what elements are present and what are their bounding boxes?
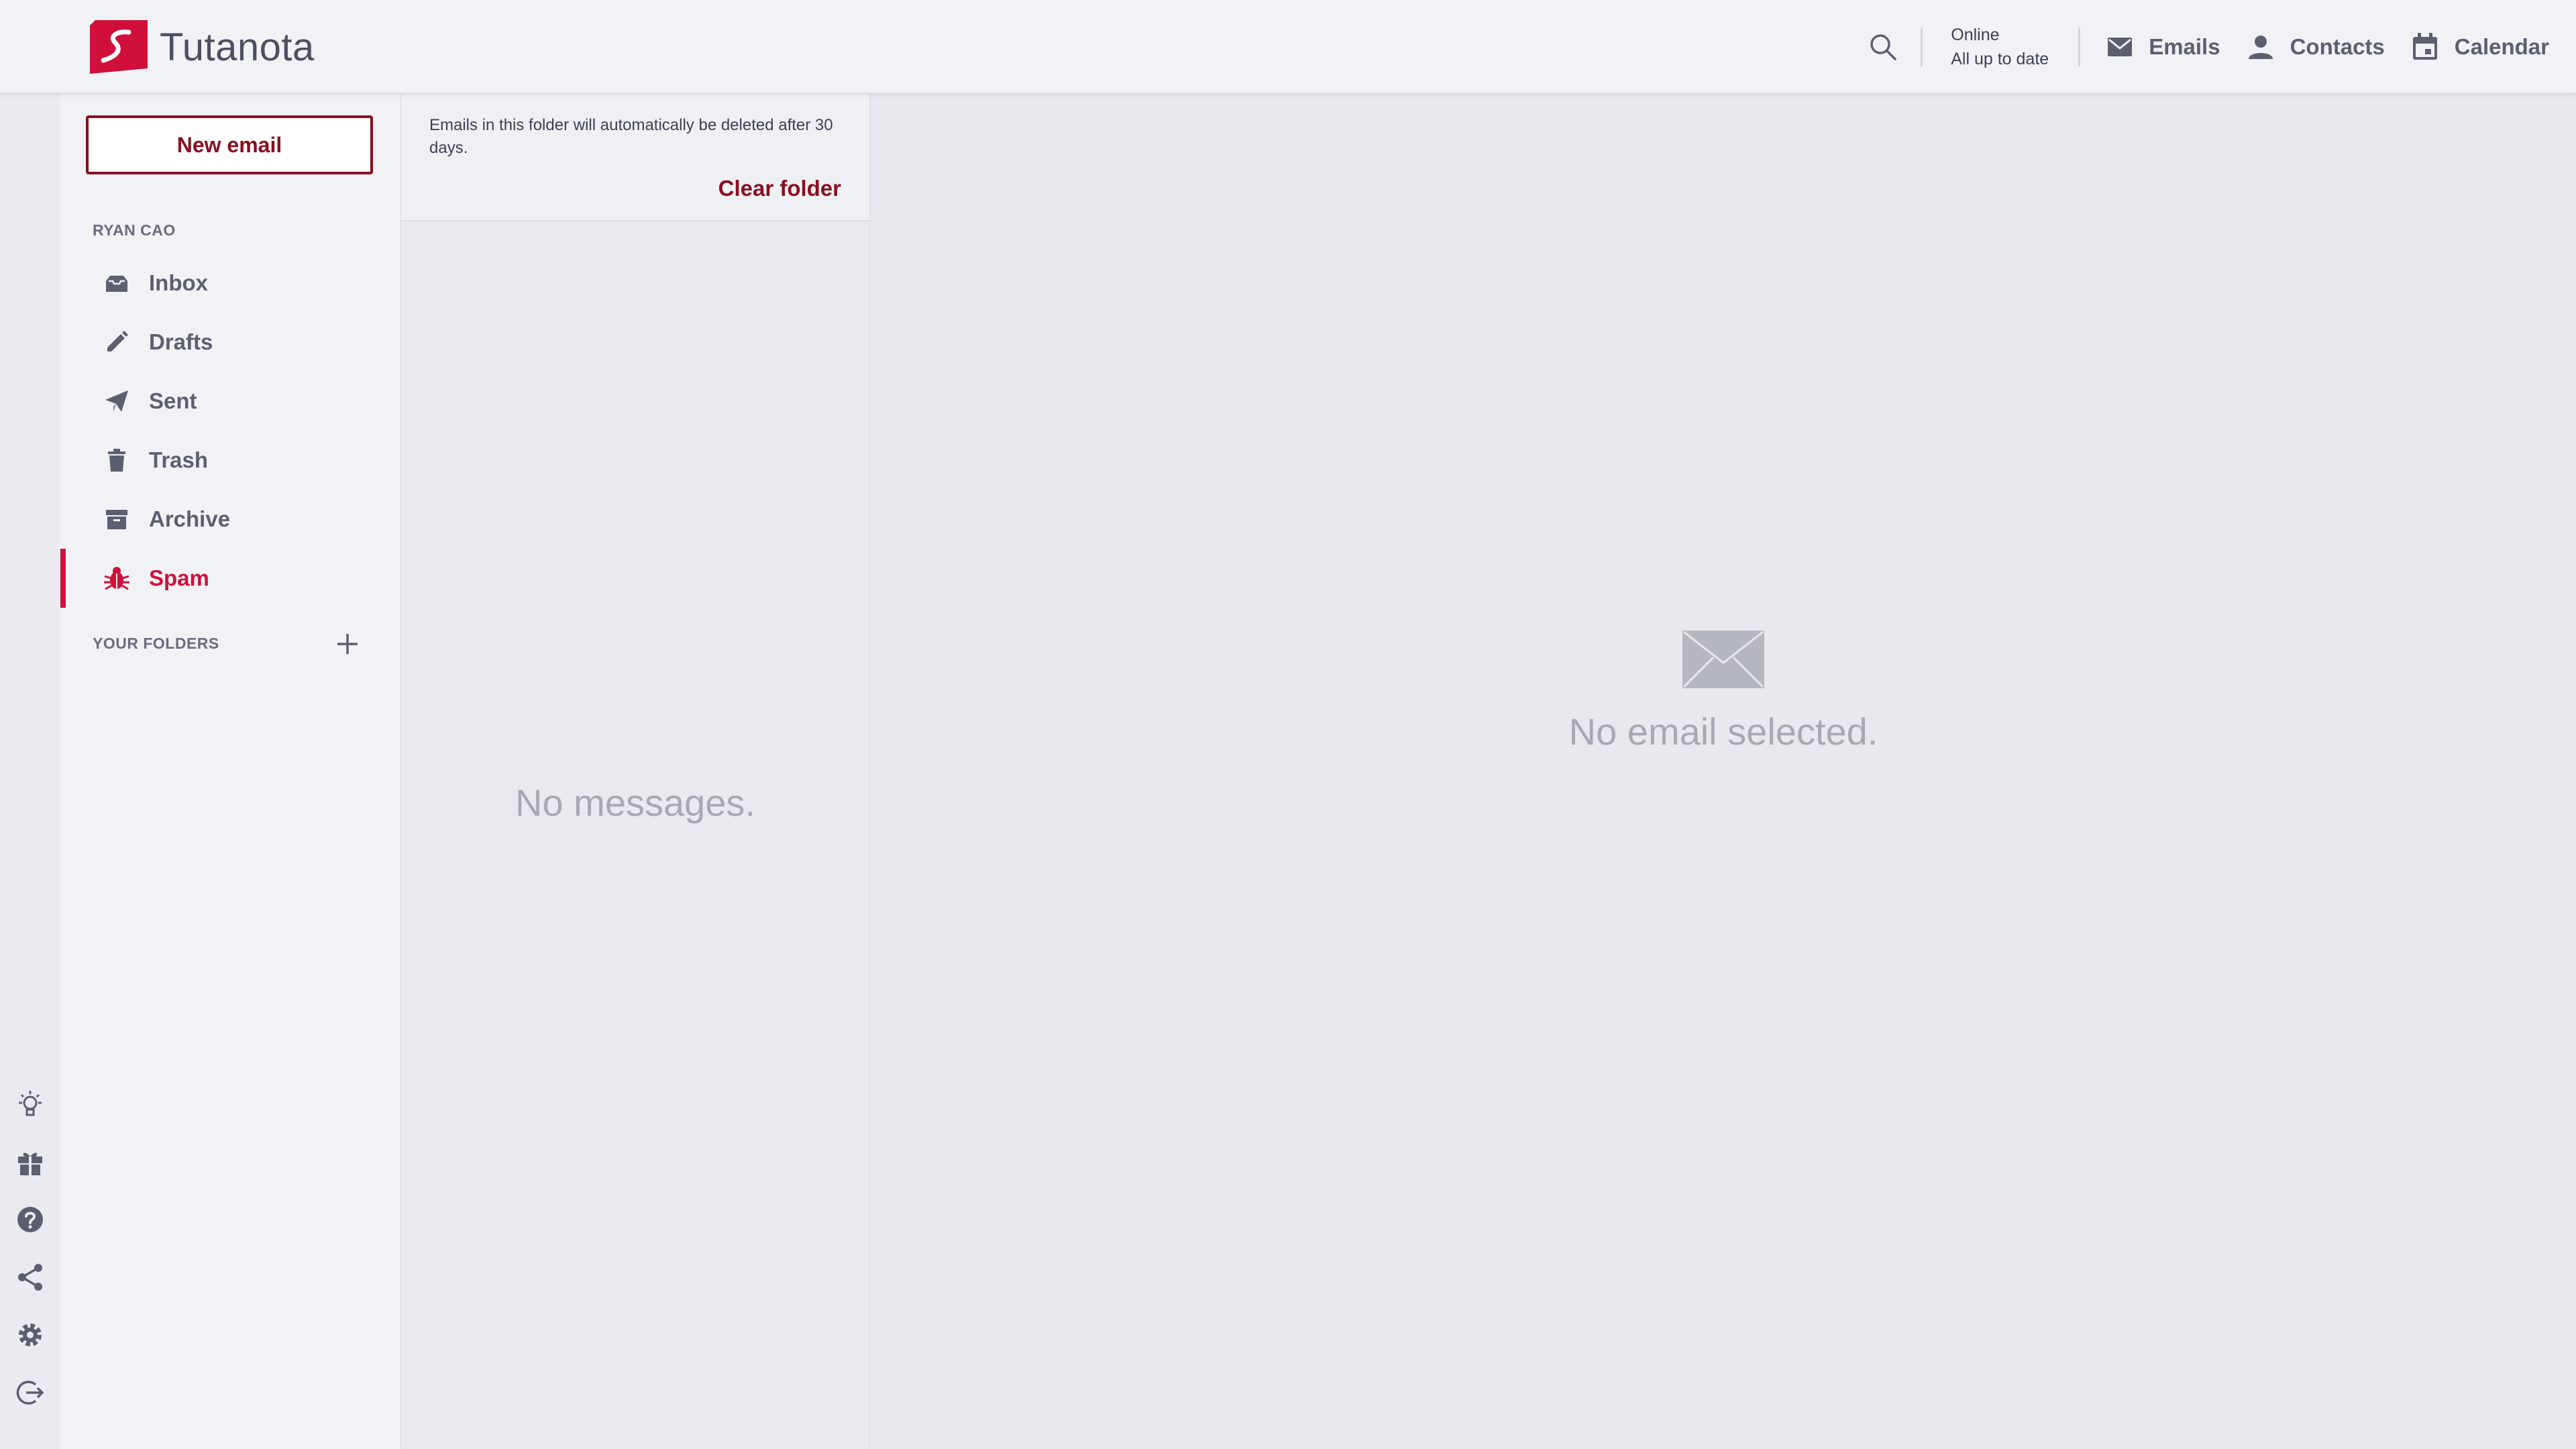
folder-sidebar: New email RYAN CAO Inbox Drafts Sent Tra… bbox=[60, 94, 401, 1449]
calendar-icon bbox=[2412, 33, 2437, 60]
message-list: Emails in this folder will automatically… bbox=[401, 94, 871, 1449]
folder-drafts[interactable]: Drafts bbox=[60, 313, 400, 372]
nav-calendar-button[interactable]: Calendar bbox=[2412, 20, 2549, 74]
whats-new-button[interactable] bbox=[10, 1084, 50, 1124]
new-email-button[interactable]: New email bbox=[86, 115, 373, 174]
lightbulb-icon bbox=[19, 1091, 42, 1116]
top-header: Tutanota Online All up to date Emails Co… bbox=[0, 0, 2576, 94]
status-detail: All up to date bbox=[1951, 50, 2049, 68]
settings-icon bbox=[19, 1324, 42, 1346]
search-icon bbox=[1870, 34, 1896, 60]
folder-label: Spam bbox=[149, 566, 209, 590]
folder-archive[interactable]: Archive bbox=[60, 490, 400, 549]
folder-label: Drafts bbox=[149, 329, 213, 354]
folder-spam[interactable]: Spam bbox=[60, 549, 400, 608]
no-email-selected-text: No email selected. bbox=[1568, 710, 1878, 753]
folder-label: Sent bbox=[149, 388, 197, 413]
logout-icon bbox=[16, 1381, 44, 1405]
gift-button[interactable] bbox=[10, 1142, 50, 1182]
inbox-icon bbox=[102, 268, 131, 298]
viewer-empty-state: No email selected. bbox=[871, 631, 2576, 753]
logo-text: Tutanota bbox=[160, 25, 315, 69]
auto-delete-notice: Emails in this folder will automatically… bbox=[429, 116, 833, 157]
nav-emails-label: Emails bbox=[2149, 34, 2220, 59]
share-button[interactable] bbox=[10, 1257, 50, 1297]
account-label: RYAN CAO bbox=[93, 221, 176, 239]
trash-icon bbox=[102, 445, 131, 475]
envelope-icon bbox=[1682, 631, 1764, 688]
search-button[interactable] bbox=[1863, 27, 1903, 67]
tutanota-logo-icon bbox=[90, 20, 148, 74]
gift-icon bbox=[18, 1152, 42, 1175]
share-icon bbox=[18, 1264, 42, 1291]
folder-inbox[interactable]: Inbox bbox=[60, 254, 400, 313]
status-online: Online bbox=[1951, 25, 2000, 44]
help-button[interactable] bbox=[10, 1199, 50, 1240]
email-viewer: No email selected. bbox=[871, 94, 2576, 1449]
folder-notice: Emails in this folder will automatically… bbox=[401, 94, 869, 221]
mail-icon bbox=[2108, 38, 2133, 56]
help-icon bbox=[17, 1207, 43, 1232]
add-folder-button[interactable] bbox=[329, 625, 366, 663]
folder-trash[interactable]: Trash bbox=[60, 431, 400, 490]
header-divider bbox=[1921, 28, 1923, 66]
paper-plane-icon bbox=[102, 386, 131, 416]
header-divider bbox=[2078, 28, 2081, 66]
no-messages-text: No messages. bbox=[515, 782, 755, 824]
clear-folder-button[interactable]: Clear folder bbox=[718, 176, 841, 201]
folder-label: Inbox bbox=[149, 270, 208, 295]
tutanota-logo[interactable]: Tutanota bbox=[90, 20, 315, 74]
left-rail bbox=[0, 94, 60, 1449]
person-icon bbox=[2248, 36, 2273, 59]
archive-icon bbox=[102, 504, 131, 534]
bug-icon bbox=[102, 564, 131, 593]
sync-status[interactable]: Online All up to date bbox=[1951, 23, 2049, 71]
logout-button[interactable] bbox=[10, 1373, 50, 1413]
your-folders-label: YOUR FOLDERS bbox=[93, 635, 219, 652]
nav-emails-button[interactable]: Emails bbox=[2107, 20, 2220, 74]
nav-contacts-button[interactable]: Contacts bbox=[2247, 20, 2385, 74]
header-actions: Online All up to date Emails Contacts Ca… bbox=[1863, 0, 2549, 94]
nav-calendar-label: Calendar bbox=[2454, 34, 2549, 59]
folder-label: Archive bbox=[149, 506, 231, 531]
pencil-icon bbox=[102, 327, 131, 357]
nav-contacts-label: Contacts bbox=[2290, 34, 2385, 59]
folder-label: Trash bbox=[149, 447, 209, 472]
settings-button[interactable] bbox=[10, 1315, 50, 1355]
plus-icon bbox=[337, 634, 358, 654]
folder-sent[interactable]: Sent bbox=[60, 372, 400, 431]
